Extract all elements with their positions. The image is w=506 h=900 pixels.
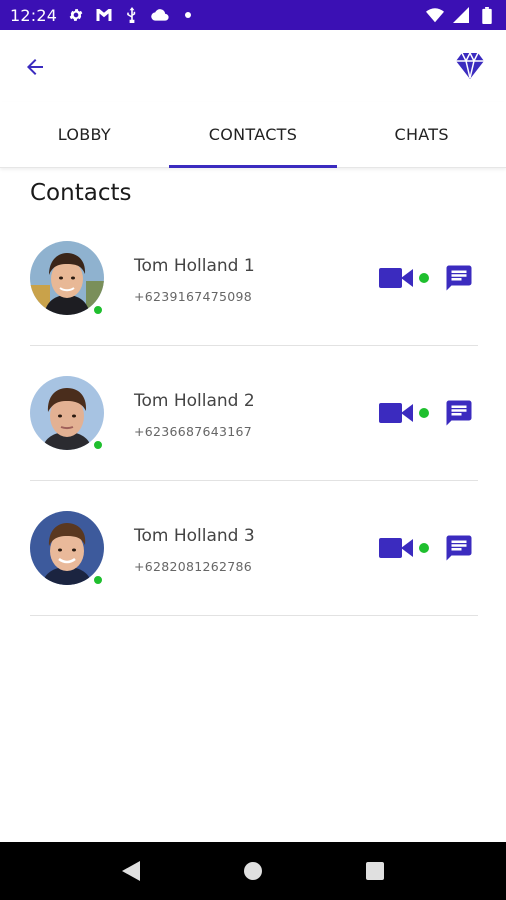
video-camera-icon — [379, 268, 413, 288]
settings-icon — [67, 6, 85, 24]
video-camera-icon — [379, 538, 413, 558]
back-triangle-icon — [122, 861, 140, 881]
chat-bubble-icon — [446, 535, 472, 561]
contact-name: Tom Holland 2 — [134, 391, 255, 411]
home-circle-icon — [244, 862, 262, 880]
avatar-image — [30, 241, 104, 315]
video-call-button[interactable] — [378, 399, 414, 427]
usb-debug-icon — [123, 6, 141, 24]
back-button[interactable] — [18, 50, 52, 84]
chat-button[interactable] — [442, 261, 476, 295]
contact-phone: +6282081262786 — [134, 559, 253, 574]
online-indicator — [93, 575, 103, 585]
status-dot — [419, 543, 429, 553]
avatar[interactable] — [30, 511, 104, 585]
nav-recents-button[interactable] — [355, 851, 395, 891]
video-call-button[interactable] — [378, 534, 414, 562]
dot-icon — [179, 6, 197, 24]
signal-icon — [452, 6, 470, 24]
system-nav-bar — [0, 842, 506, 900]
avatar-image — [30, 511, 104, 585]
cloud-icon — [151, 6, 169, 24]
video-call-button[interactable] — [378, 264, 414, 292]
nav-home-button[interactable] — [233, 851, 273, 891]
chat-bubble-icon — [446, 265, 472, 291]
tab-chats[interactable]: CHATS — [337, 102, 506, 167]
premium-button[interactable] — [452, 48, 488, 84]
page-title: Contacts — [30, 180, 132, 206]
online-indicator — [93, 305, 103, 315]
status-dot — [419, 273, 429, 283]
arrow-left-icon — [27, 59, 43, 75]
contact-name: Tom Holland 1 — [134, 256, 255, 276]
chat-bubble-icon — [446, 400, 472, 426]
video-camera-icon — [379, 403, 413, 423]
recents-square-icon — [366, 862, 384, 880]
contact-row[interactable]: Tom Holland 1 +6239167475098 — [30, 211, 478, 346]
tab-bar: LOBBY CONTACTS CHATS — [0, 102, 506, 168]
chat-button[interactable] — [442, 396, 476, 430]
contact-row[interactable]: Tom Holland 2 +6236687643167 — [30, 346, 478, 481]
status-bar: 12:24 — [0, 0, 506, 30]
app-bar — [0, 30, 506, 102]
status-left: 12:24 — [10, 6, 197, 25]
online-indicator — [93, 440, 103, 450]
tab-lobby[interactable]: LOBBY — [0, 102, 169, 167]
battery-icon — [478, 6, 496, 24]
avatar-image — [30, 376, 104, 450]
avatar[interactable] — [30, 376, 104, 450]
diamond-icon — [456, 52, 484, 79]
tab-contacts[interactable]: CONTACTS — [168, 102, 338, 168]
gmail-icon — [95, 6, 113, 24]
avatar[interactable] — [30, 241, 104, 315]
contact-name: Tom Holland 3 — [134, 526, 255, 546]
contact-list: Tom Holland 1 +6239167475098 Tom Holland… — [30, 211, 478, 616]
status-dot — [419, 408, 429, 418]
status-time: 12:24 — [10, 5, 58, 25]
wifi-icon — [426, 6, 444, 24]
status-right — [426, 6, 496, 24]
contact-phone: +6239167475098 — [134, 289, 253, 304]
contact-phone: +6236687643167 — [134, 424, 253, 439]
contact-row[interactable]: Tom Holland 3 +6282081262786 — [30, 481, 478, 616]
chat-button[interactable] — [442, 531, 476, 565]
nav-back-button[interactable] — [111, 851, 151, 891]
